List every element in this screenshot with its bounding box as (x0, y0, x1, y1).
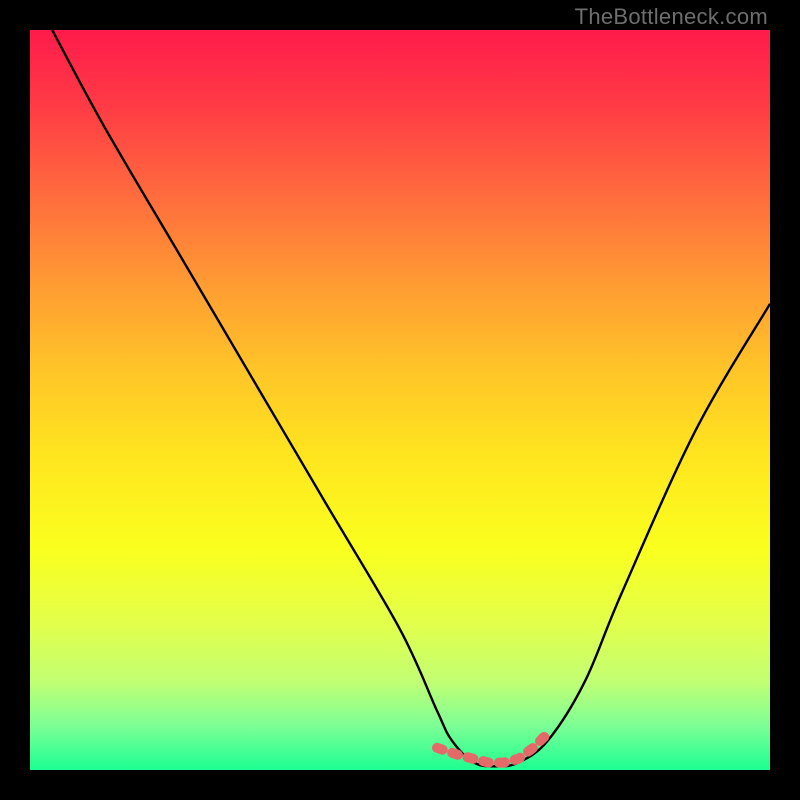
watermark-text: TheBottleneck.com (575, 4, 768, 30)
flat-segment-marker (437, 733, 548, 763)
bottleneck-curve (52, 30, 770, 766)
chart-svg (30, 30, 770, 770)
chart-frame: TheBottleneck.com (0, 0, 800, 800)
chart-plot-area (30, 30, 770, 770)
